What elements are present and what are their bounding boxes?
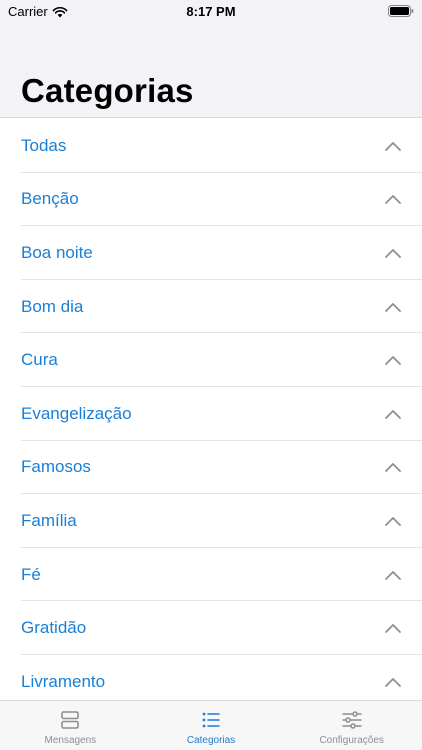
category-row-famosos[interactable]: Famosos bbox=[0, 441, 422, 495]
chevron-up-icon bbox=[385, 249, 401, 258]
status-time: 8:17 PM bbox=[186, 4, 236, 19]
screen: Carrier 8:17 PM Categorias Todas Benção bbox=[0, 0, 422, 750]
category-label: Evangelização bbox=[21, 403, 132, 423]
tab-categorias[interactable]: Categorias bbox=[141, 701, 282, 750]
chevron-up-icon bbox=[385, 517, 401, 526]
chevron-up-icon bbox=[385, 677, 401, 687]
category-row-todas[interactable]: Todas bbox=[0, 119, 422, 173]
category-row-evangelizacao[interactable]: Evangelização bbox=[0, 387, 422, 441]
category-row-bom-dia[interactable]: Bom dia bbox=[0, 280, 422, 334]
chevron-up-icon bbox=[385, 356, 401, 366]
chevron-up-icon bbox=[385, 302, 401, 312]
tab-configuracoes[interactable]: Configurações bbox=[281, 701, 422, 750]
stack-icon bbox=[61, 711, 80, 729]
category-label: Benção bbox=[21, 189, 79, 209]
page-title: Categorias bbox=[21, 72, 194, 109]
category-row-livramento[interactable]: Livramento bbox=[0, 655, 422, 699]
chevron-up-icon bbox=[385, 409, 401, 419]
category-label: Todas bbox=[21, 135, 67, 155]
nav-header: Carrier 8:17 PM Categorias bbox=[0, 0, 422, 118]
category-label: Famosos bbox=[21, 457, 91, 477]
category-label: Livramento bbox=[21, 671, 106, 691]
chevron-up-icon bbox=[385, 570, 401, 580]
chevron-up-icon bbox=[385, 624, 401, 634]
category-label: Bom dia bbox=[21, 296, 84, 316]
status-bar: Carrier 8:17 PM bbox=[0, 0, 422, 24]
sliders-icon bbox=[341, 711, 362, 729]
category-label: Gratidão bbox=[21, 618, 87, 638]
chevron-up-icon bbox=[385, 195, 401, 205]
category-row-gratidao[interactable]: Gratidão bbox=[0, 601, 422, 655]
category-row-boa-noite[interactable]: Boa noite bbox=[0, 226, 422, 280]
list-icon bbox=[202, 712, 220, 728]
category-row-bencao[interactable]: Benção bbox=[0, 173, 422, 227]
category-row-fe[interactable]: Fé bbox=[0, 548, 422, 602]
tab-label: Categorias bbox=[186, 735, 236, 746]
category-label: Família bbox=[21, 510, 77, 530]
category-row-cura[interactable]: Cura bbox=[0, 333, 422, 387]
battery-icon bbox=[388, 5, 414, 17]
tab-label: Mensagens bbox=[44, 735, 97, 746]
category-list[interactable]: Todas Benção Boa noite Bom dia Cura Evan… bbox=[0, 119, 422, 699]
category-label: Fé bbox=[21, 564, 41, 584]
tab-label: Configurações bbox=[319, 735, 384, 746]
chevron-up-icon bbox=[385, 463, 401, 473]
category-label: Cura bbox=[21, 350, 58, 370]
chevron-up-icon bbox=[385, 141, 401, 151]
category-row-familia[interactable]: Família bbox=[0, 494, 422, 548]
tab-bar: Mensagens Categorias Configurações bbox=[0, 700, 422, 750]
category-label: Boa noite bbox=[21, 242, 93, 262]
tab-mensagens[interactable]: Mensagens bbox=[0, 701, 141, 750]
